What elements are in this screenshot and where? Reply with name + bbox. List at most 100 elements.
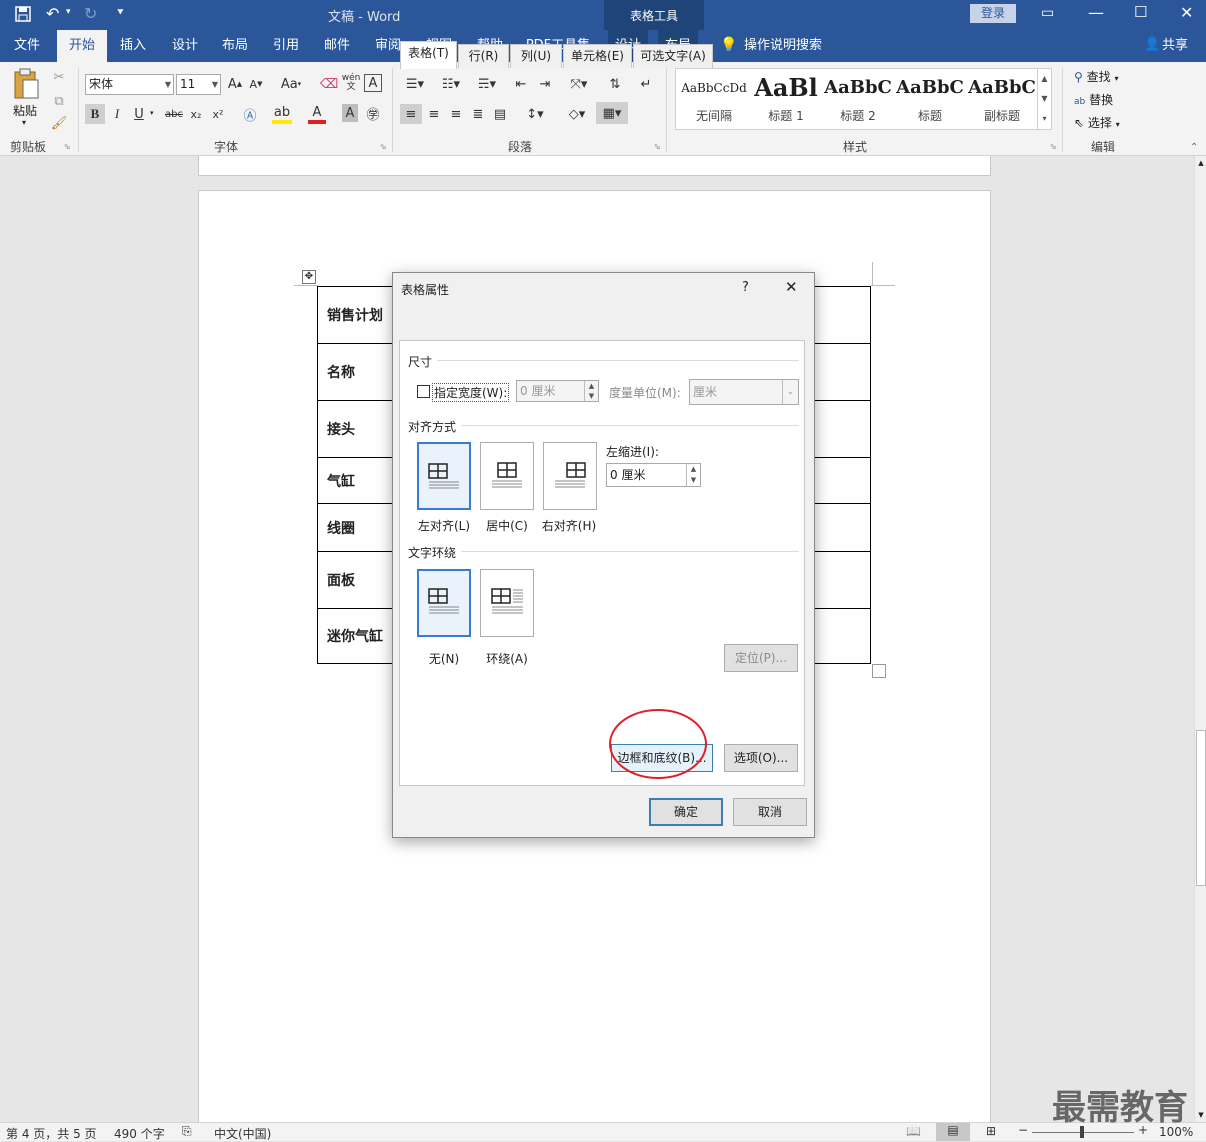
tab-layout[interactable]: 布局 [212, 30, 258, 62]
language-indicator[interactable]: 中文(中国) [214, 1125, 271, 1142]
read-mode-icon[interactable]: 📖 [906, 1124, 921, 1138]
table-resize-handle[interactable] [872, 664, 886, 678]
style-title[interactable]: AaBbC 标题 [894, 73, 966, 129]
clear-formatting-icon[interactable]: ⌫ [320, 75, 338, 93]
find-button[interactable]: ⚲ 查找 ▾ [1074, 68, 1118, 85]
help-button[interactable]: ? [742, 280, 749, 295]
wrap-around-label[interactable]: 环绕(A) [476, 650, 538, 667]
zoom-out-icon[interactable]: − [1018, 1123, 1028, 1137]
underline-dropdown-icon[interactable]: ▾ [150, 109, 154, 117]
align-center-option[interactable] [480, 442, 534, 510]
style-subtitle[interactable]: AaBbC 副标题 [966, 73, 1038, 129]
cut-icon[interactable]: ✂ [50, 68, 68, 86]
paragraph-launcher-icon[interactable]: ⬂ [654, 142, 661, 151]
tab-mailings[interactable]: 邮件 [314, 30, 360, 62]
grow-font-icon[interactable]: A ▲ [227, 75, 243, 93]
tell-me-search[interactable]: 操作说明搜索 [744, 30, 824, 62]
bold-button[interactable]: B [85, 104, 105, 124]
align-right-option[interactable] [543, 442, 597, 510]
underline-button[interactable]: U [130, 104, 148, 124]
superscript-button[interactable]: x² [210, 104, 226, 124]
highlight-color-icon[interactable]: ab [272, 104, 292, 124]
align-left-option[interactable] [417, 442, 471, 510]
tab-design[interactable]: 设计 [162, 30, 208, 62]
page-count[interactable]: 第 4 页，共 5 页 [6, 1125, 97, 1142]
font-size-combo[interactable]: 11 ▼ [176, 74, 221, 95]
tab-home[interactable]: 开始 [57, 30, 107, 62]
copy-icon[interactable]: ⧉ [50, 92, 68, 110]
subscript-button[interactable]: x₂ [188, 104, 204, 124]
borders-icon[interactable]: ▦▾ [596, 102, 628, 124]
shading-icon[interactable]: ◇▾ [562, 104, 592, 124]
select-button[interactable]: ⇖ 选择 ▾ [1074, 114, 1120, 131]
phonetic-guide-icon[interactable]: wén 文 [342, 73, 361, 93]
align-left-icon[interactable]: ≡ [400, 104, 422, 124]
decrease-indent-icon[interactable]: ⇤ [510, 74, 532, 94]
sort-icon[interactable]: ⇅ [604, 74, 626, 94]
strikethrough-button[interactable]: abc [163, 104, 185, 124]
scroll-thumb[interactable] [1196, 730, 1206, 886]
scroll-up-icon[interactable]: ▲ [1196, 156, 1206, 170]
justify-icon[interactable]: ≣ [468, 104, 488, 124]
font-launcher-icon[interactable]: ⬂ [380, 142, 387, 151]
tab-file[interactable]: 文件 [2, 30, 52, 62]
left-indent-input[interactable]: 0 厘米 ▲ ▼ [606, 463, 701, 487]
specify-width-label[interactable]: 指定宽度(W): [432, 383, 510, 402]
print-layout-icon[interactable]: ▤ [936, 1123, 970, 1141]
tab-insert[interactable]: 插入 [110, 30, 156, 62]
font-name-combo[interactable]: 宋体 ▼ [85, 74, 174, 95]
style-heading-2[interactable]: AaBbC 标题 2 [822, 73, 894, 129]
specify-width-checkbox[interactable] [417, 385, 430, 398]
vertical-scrollbar[interactable]: ▲ ▼ [1194, 156, 1206, 1122]
font-color-icon[interactable]: A [308, 104, 326, 124]
align-center-icon[interactable]: ≡ [424, 104, 444, 124]
scroll-down-icon[interactable]: ▼ [1196, 1108, 1206, 1122]
paste-dropdown-icon[interactable]: ▾ [22, 118, 26, 127]
customize-qat-icon[interactable]: ⯆ [116, 6, 125, 20]
tab-cell[interactable]: 单元格(E) [563, 44, 632, 68]
clipboard-launcher-icon[interactable]: ⬂ [64, 142, 71, 151]
undo-icon[interactable]: ↶ [46, 4, 59, 23]
close-icon[interactable]: ✕ [785, 278, 798, 296]
ok-button[interactable]: 确定 [649, 798, 723, 826]
spin-up-icon[interactable]: ▲ [686, 464, 700, 475]
tab-references[interactable]: 引用 [263, 30, 309, 62]
options-button[interactable]: 选项(O)... [724, 744, 798, 772]
table-move-handle-icon[interactable]: ✥ [302, 270, 316, 284]
align-left-label[interactable]: 左对齐(L) [412, 517, 476, 534]
proofing-icon[interactable]: ⎘ [182, 1124, 192, 1139]
undo-dropdown-icon[interactable]: ▾ [66, 7, 71, 17]
style-no-spacing[interactable]: AaBbCcDd 无间隔 [678, 73, 750, 129]
styles-launcher-icon[interactable]: ⬂ [1050, 142, 1057, 151]
tab-row[interactable]: 行(R) [458, 44, 509, 68]
styles-scroll[interactable]: ▲ ▼ ▾ [1037, 69, 1051, 129]
tab-table[interactable]: 表格(T) [400, 41, 457, 69]
wrap-none-option[interactable] [417, 569, 471, 637]
paste-label[interactable]: 粘贴 [13, 102, 37, 119]
character-shading-icon[interactable]: A [342, 104, 358, 122]
style-heading-1[interactable]: AaBl 标题 1 [750, 73, 822, 129]
align-center-label[interactable]: 居中(C) [476, 517, 538, 534]
paste-icon[interactable] [10, 68, 42, 100]
show-marks-icon[interactable]: ↵ [638, 74, 654, 94]
close-window-icon[interactable]: ✕ [1180, 3, 1193, 22]
spin-down-icon[interactable]: ▼ [686, 475, 700, 486]
login-button[interactable]: 登录 [970, 4, 1016, 23]
maximize-icon[interactable]: ☐ [1134, 3, 1147, 21]
change-case-button[interactable]: Aa ▾ [278, 75, 304, 93]
text-effects-icon[interactable]: Ⓐ [240, 104, 260, 124]
bullets-icon[interactable]: ☰▾ [400, 74, 430, 94]
word-count[interactable]: 490 个字 [114, 1125, 165, 1142]
wrap-none-label[interactable]: 无(N) [412, 650, 476, 667]
italic-button[interactable]: I [108, 104, 126, 124]
multilevel-list-icon[interactable]: ☴▾ [472, 74, 502, 94]
chinese-layout-icon[interactable]: ⤧▾ [564, 74, 594, 94]
distribute-icon[interactable]: ▤ [490, 104, 510, 124]
share-button[interactable]: 共享 [1160, 30, 1190, 62]
tab-alt-text[interactable]: 可选文字(A) [633, 44, 713, 68]
cancel-button[interactable]: 取消 [733, 798, 807, 826]
line-spacing-icon[interactable]: ↕▾ [520, 104, 550, 124]
minimize-icon[interactable]: — [1088, 3, 1104, 22]
save-icon[interactable] [14, 5, 32, 27]
wrap-around-option[interactable] [480, 569, 534, 637]
